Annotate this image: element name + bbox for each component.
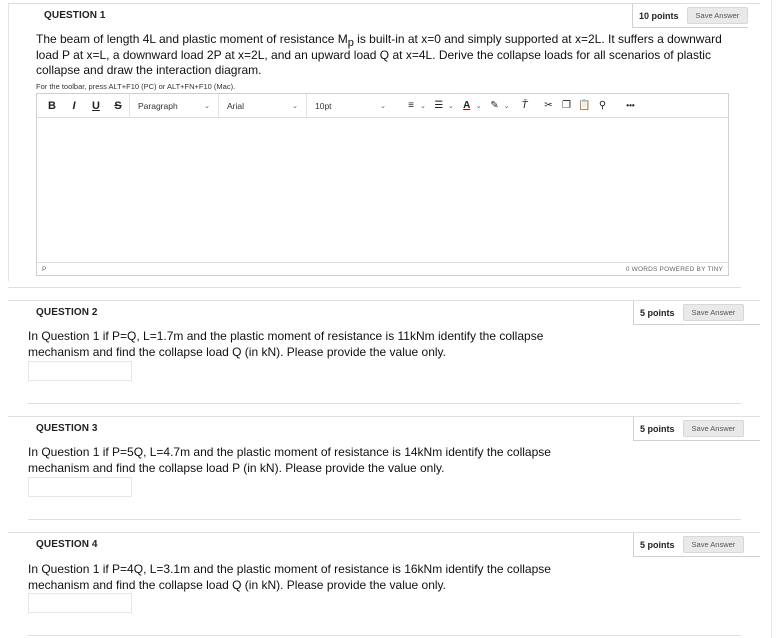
question-1-points-box: 10 points Save Answer [632,4,749,28]
highlight-color-split-button[interactable]: ✎ ⌄ [486,94,510,118]
question-3-points-box: 5 points Save Answer [633,417,760,441]
numbered-list-split-button[interactable]: ☰ ⌄ [430,94,454,118]
question-2-save-button[interactable]: Save Answer [682,304,745,321]
word-count: 0 WORDS POWERED BY TINY [625,265,723,273]
font-family-label: Arial [227,100,245,111]
bold-button[interactable]: B [41,94,63,118]
divider [8,287,741,288]
question-4-text: In Question 1 if P=4Q, L=3.1m and the pl… [28,562,551,592]
font-size-label: 10pt [315,100,332,111]
question-1-text: The beam of length 4L and plastic moment… [36,32,736,79]
chevron-down-icon: ⌄ [420,102,426,110]
question-4-points: 5 points [640,539,675,550]
find-replace-icon[interactable]: ⚲ [594,94,612,118]
question-3-text: In Question 1 if P=5Q, L=4.7m and the pl… [28,445,551,475]
element-path[interactable]: P [42,266,47,273]
paragraph-select-label: Paragraph [138,100,178,111]
paste-icon[interactable]: 📋 [576,94,594,118]
divider [28,403,741,404]
copy-icon[interactable]: ❐ [558,94,576,118]
strikethrough-button[interactable]: S [107,94,129,118]
question-4-points-box: 5 points Save Answer [633,533,760,557]
question-1-save-button[interactable]: Save Answer [686,7,749,24]
chevron-down-icon: ⌄ [447,102,454,110]
italic-button[interactable]: I [63,94,85,118]
question-1-header: QUESTION 1 [44,10,106,21]
chevron-down-icon: ⌄ [503,102,510,110]
question-2-text: In Question 1 if P=Q, L=1.7m and the pla… [28,329,544,359]
divider [28,635,741,636]
numbered-list-icon: ☰ [434,100,444,111]
question-4-header: QUESTION 4 [36,539,98,550]
question-2-points-box: 5 points Save Answer [633,301,760,325]
editor-status-bar: P 0 WORDS POWERED BY TINY [37,262,728,275]
question-3-header: QUESTION 3 [36,423,98,434]
page-right-edge [771,0,772,638]
question-1-text-part-a: The beam of length 4L and plastic moment… [36,32,348,46]
question-2-answer-input[interactable] [28,361,132,381]
underline-button[interactable]: U [85,94,107,118]
divider [28,519,741,520]
editor-content-area[interactable] [37,118,728,262]
chevron-down-icon: ⌄ [292,102,298,110]
font-family-select[interactable]: Arial ⌄ [218,93,306,118]
more-options-icon[interactable]: ••• [622,94,640,118]
chevron-down-icon: ⌄ [204,102,210,110]
highlighter-icon: ✎ [490,100,499,111]
bullet-list-icon: ≡ [408,100,414,111]
font-size-select[interactable]: 10pt ⌄ [306,93,394,118]
question-3-points: 5 points [640,423,675,434]
question-2-header: QUESTION 2 [36,307,98,318]
chevron-down-icon: ⌄ [380,102,386,110]
chevron-down-icon: ⌄ [475,102,482,110]
paragraph-select[interactable]: Paragraph ⌄ [129,93,218,118]
editor-toolbar: B I U S Paragraph ⌄ Arial ⌄ 10pt ⌄ ≡ ⌄ ☰ ⌄ … [37,93,728,118]
text-color-split-button[interactable]: A ⌄ [458,94,482,118]
question-1-points: 10 points [639,10,679,21]
rich-text-editor: B I U S Paragraph ⌄ Arial ⌄ 10pt ⌄ ≡ ⌄ ☰ ⌄ … [36,93,729,276]
toolbar-hint: For the toolbar, press ALT+F10 (PC) or A… [36,82,236,91]
question-3-save-button[interactable]: Save Answer [682,420,745,437]
question-4-save-button[interactable]: Save Answer [682,536,745,553]
question-3-answer-input[interactable] [28,477,132,497]
bullet-list-split-button[interactable]: ≡ ⌄ [402,94,426,118]
question-4-answer-input[interactable] [28,593,132,613]
cut-icon[interactable]: ✂ [540,94,558,118]
question-2-points: 5 points [640,307,675,318]
clear-formatting-icon[interactable]: T̄ [516,94,534,118]
text-color-icon: A [463,100,471,111]
